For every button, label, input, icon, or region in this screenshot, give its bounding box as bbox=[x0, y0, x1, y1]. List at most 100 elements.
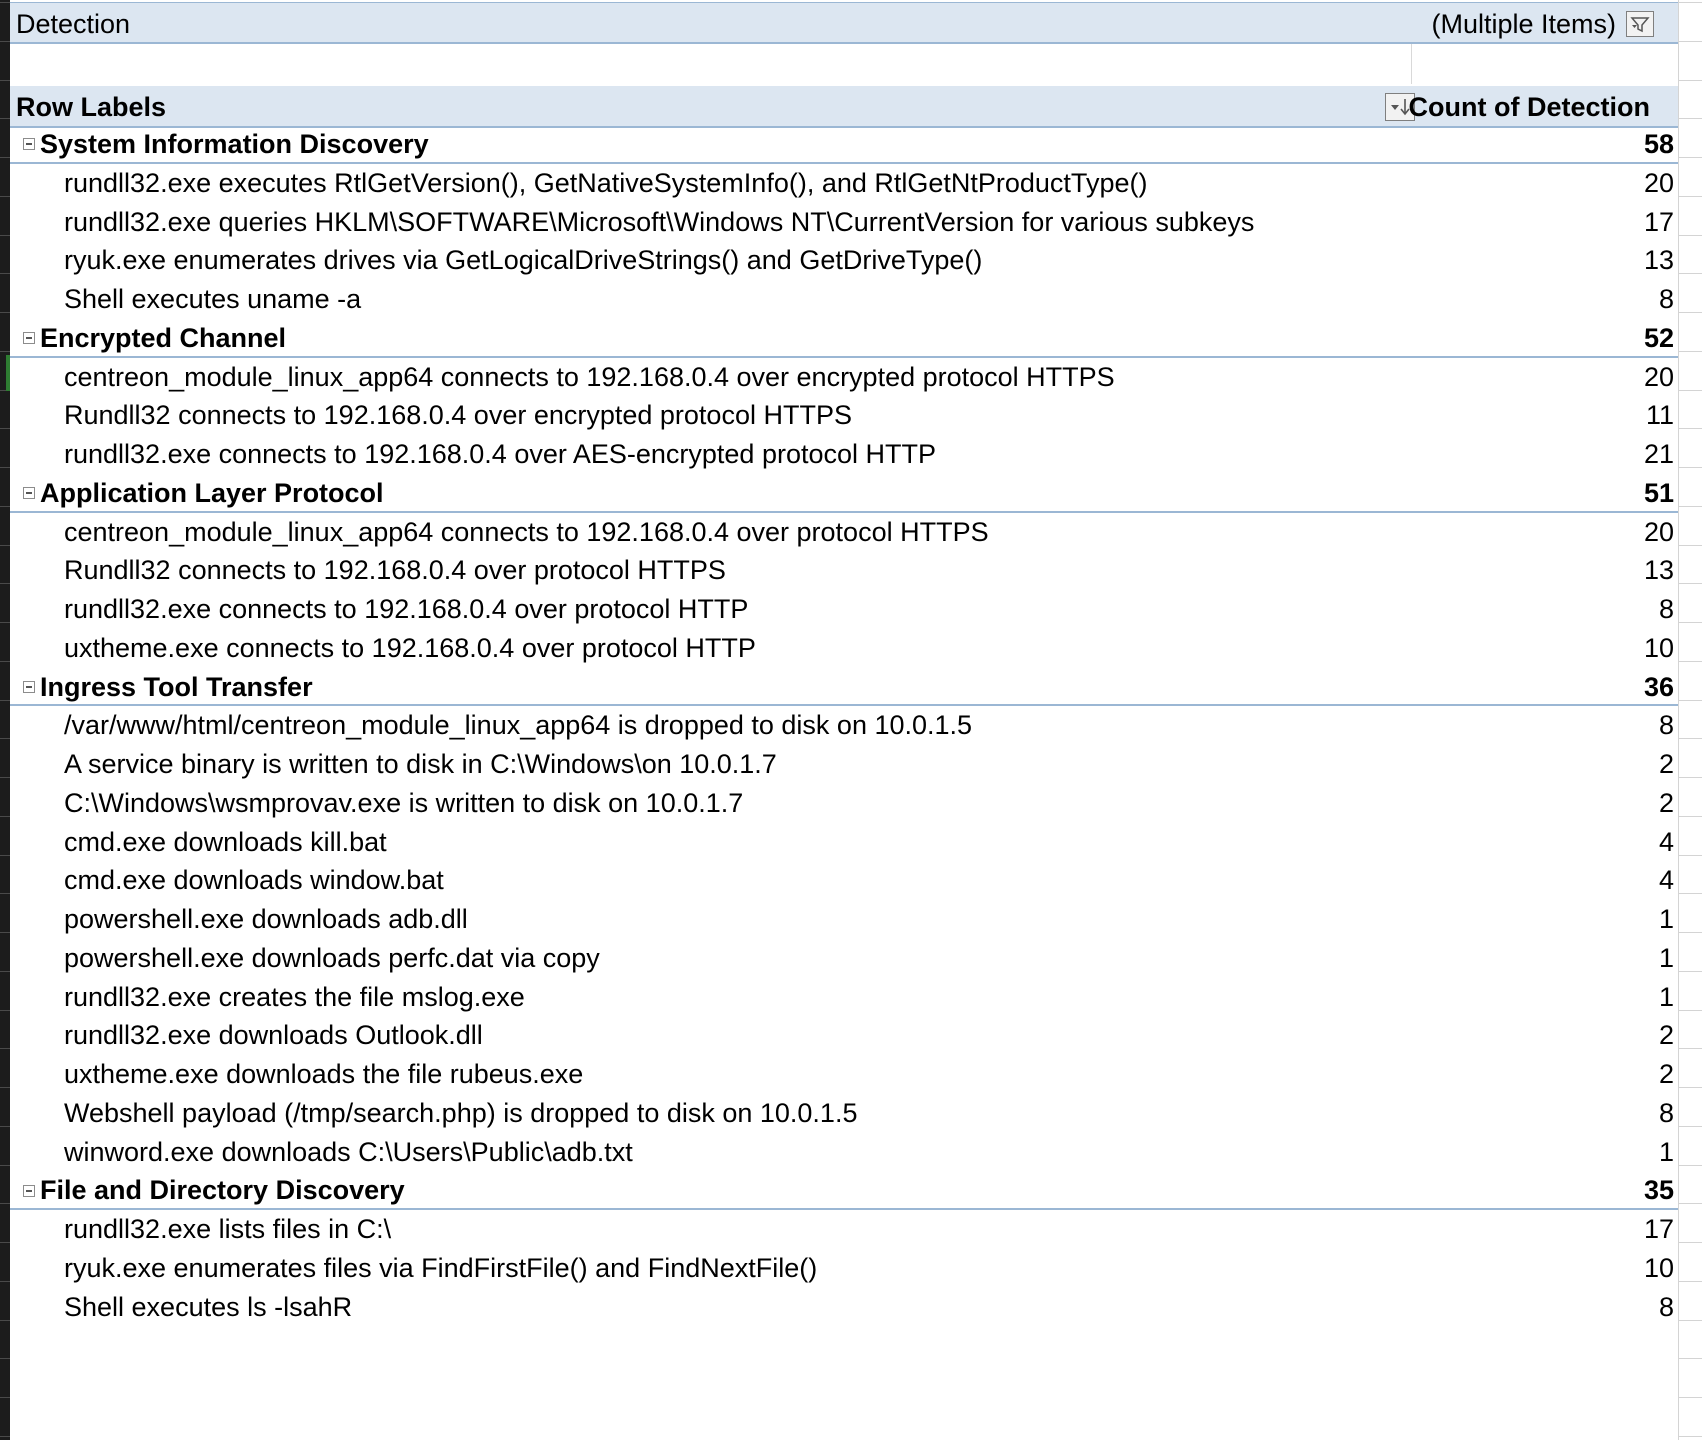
detection-count: 17 bbox=[1643, 1214, 1674, 1244]
detection-count: 8 bbox=[1658, 1291, 1674, 1322]
table-row[interactable]: rundll32.exe queries HKLM\SOFTWARE\Micro… bbox=[10, 203, 1678, 242]
table-row[interactable]: C:\Windows\wsmprovav.exe is written to d… bbox=[10, 784, 1678, 823]
row-labels-header[interactable]: Row Labels bbox=[16, 86, 166, 128]
row-notch bbox=[0, 1358, 10, 1359]
filter-value[interactable]: (Multiple Items) bbox=[1431, 3, 1616, 45]
table-row[interactable]: ryuk.exe enumerates files via FindFirstF… bbox=[10, 1249, 1678, 1288]
detection-count: 1 bbox=[1658, 942, 1674, 973]
row-notch bbox=[0, 118, 10, 119]
cell-gridline bbox=[1678, 583, 1702, 584]
cell-gridline bbox=[1678, 196, 1702, 197]
row-notch bbox=[0, 1242, 10, 1243]
detection-label: powershell.exe downloads adb.dll bbox=[64, 904, 468, 934]
table-row[interactable]: uxtheme.exe connects to 192.168.0.4 over… bbox=[10, 629, 1678, 668]
table-row[interactable]: cmd.exe downloads kill.bat 4 bbox=[10, 823, 1678, 862]
filter-dropdown-icon bbox=[1630, 17, 1650, 33]
detection-label: centreon_module_linux_app64 connects to … bbox=[64, 361, 1115, 392]
detection-count: 8 bbox=[1658, 1097, 1674, 1128]
group-row[interactable]: File and Directory Discovery 35 bbox=[10, 1171, 1678, 1210]
collapse-toggle-icon[interactable] bbox=[23, 680, 35, 693]
count-of-detection-header[interactable]: Count of Detection bbox=[1409, 86, 1650, 128]
row-notch bbox=[0, 1397, 10, 1398]
table-row[interactable]: rundll32.exe connects to 192.168.0.4 ove… bbox=[10, 435, 1678, 474]
table-row[interactable]: Shell executes ls -lsahR 8 bbox=[10, 1288, 1678, 1327]
detection-count: 1 bbox=[1658, 1136, 1674, 1167]
detection-count: 4 bbox=[1658, 826, 1674, 857]
row-notch bbox=[0, 1048, 10, 1049]
table-row[interactable]: Webshell payload (/tmp/search.php) is dr… bbox=[10, 1094, 1678, 1133]
adjacent-column[interactable] bbox=[1678, 0, 1702, 1440]
row-notch bbox=[0, 235, 10, 236]
detection-count: 1 bbox=[1658, 981, 1674, 1012]
table-row[interactable]: Rundll32 connects to 192.168.0.4 over pr… bbox=[10, 551, 1678, 590]
table-row[interactable]: Shell executes uname -a 8 bbox=[10, 280, 1678, 319]
row-notch bbox=[0, 41, 10, 42]
table-row[interactable]: A service binary is written to disk in C… bbox=[10, 745, 1678, 784]
table-row[interactable]: centreon_module_linux_app64 connects to … bbox=[10, 513, 1678, 552]
detection-count: 13 bbox=[1643, 555, 1674, 586]
cell-gridline bbox=[1678, 1203, 1702, 1204]
cell-gridline bbox=[1678, 467, 1702, 468]
row-notch bbox=[0, 777, 10, 778]
table-row[interactable]: powershell.exe downloads perfc.dat via c… bbox=[10, 939, 1678, 978]
table-row[interactable]: ryuk.exe enumerates drives via GetLogica… bbox=[10, 241, 1678, 280]
table-row[interactable]: rundll32.exe downloads Outlook.dll 2 bbox=[10, 1016, 1678, 1055]
table-row[interactable]: Rundll32 connects to 192.168.0.4 over en… bbox=[10, 396, 1678, 435]
group-total: 52 bbox=[1643, 322, 1674, 353]
row-notch bbox=[0, 932, 10, 933]
table-row[interactable]: rundll32.exe lists files in C:\ 17 bbox=[10, 1210, 1678, 1249]
column-separator bbox=[1411, 44, 1412, 84]
filter-dropdown-button[interactable] bbox=[1626, 11, 1654, 37]
table-row[interactable]: rundll32.exe executes RtlGetVersion(), G… bbox=[10, 164, 1678, 203]
table-row[interactable]: rundll32.exe creates the file mslog.exe 1 bbox=[10, 978, 1678, 1017]
detection-count: 4 bbox=[1658, 865, 1674, 896]
cell-gridline bbox=[1678, 1358, 1702, 1359]
cell-gridline bbox=[1678, 2, 1702, 3]
detection-count: 2 bbox=[1658, 749, 1674, 779]
row-notch bbox=[0, 971, 10, 972]
cell-gridline bbox=[1678, 777, 1702, 778]
group-label: File and Directory Discovery bbox=[40, 1175, 405, 1206]
row-notch bbox=[0, 506, 10, 507]
cell-gridline bbox=[1678, 1436, 1702, 1437]
collapse-toggle-icon[interactable] bbox=[23, 332, 35, 345]
row-notch bbox=[0, 622, 10, 623]
cell-gridline bbox=[1678, 235, 1702, 236]
table-row[interactable]: centreon_module_linux_app64 connects to … bbox=[10, 358, 1678, 397]
detection-label: Rundll32 connects to 192.168.0.4 over en… bbox=[64, 400, 852, 431]
table-row[interactable]: rundll32.exe connects to 192.168.0.4 ove… bbox=[10, 590, 1678, 629]
detection-label: rundll32.exe executes RtlGetVersion(), G… bbox=[64, 167, 1148, 198]
table-row[interactable]: cmd.exe downloads window.bat 4 bbox=[10, 861, 1678, 900]
cell-gridline bbox=[1678, 622, 1702, 623]
table-row[interactable]: uxtheme.exe downloads the file rubeus.ex… bbox=[10, 1055, 1678, 1094]
detection-count: 1 bbox=[1658, 904, 1674, 934]
row-notch bbox=[0, 157, 10, 158]
detection-count: 11 bbox=[1645, 400, 1674, 431]
detection-label: powershell.exe downloads perfc.dat via c… bbox=[64, 942, 600, 973]
detection-count: 20 bbox=[1643, 361, 1674, 392]
detection-count: 8 bbox=[1658, 594, 1674, 624]
group-row[interactable]: System Information Discovery 58 bbox=[10, 125, 1678, 164]
detection-label: C:\Windows\wsmprovav.exe is written to d… bbox=[64, 787, 744, 818]
group-row[interactable]: Application Layer Protocol 51 bbox=[10, 474, 1678, 513]
group-label: System Information Discovery bbox=[40, 129, 429, 159]
table-row[interactable]: /var/www/html/centreon_module_linux_app6… bbox=[10, 706, 1678, 745]
row-notch bbox=[0, 545, 10, 546]
table-row[interactable]: winword.exe downloads C:\Users\Public\ad… bbox=[10, 1133, 1678, 1172]
detection-label: winword.exe downloads C:\Users\Public\ad… bbox=[64, 1136, 633, 1167]
detection-label: rundll32.exe connects to 192.168.0.4 ove… bbox=[64, 594, 749, 624]
collapse-toggle-icon[interactable] bbox=[23, 487, 35, 500]
minus-icon bbox=[26, 1189, 32, 1192]
detection-count: 2 bbox=[1658, 1059, 1674, 1089]
blank-row[interactable] bbox=[10, 44, 1678, 86]
minus-icon bbox=[26, 685, 32, 688]
collapse-toggle-icon[interactable] bbox=[23, 138, 35, 151]
group-label: Application Layer Protocol bbox=[40, 477, 384, 508]
detection-label: cmd.exe downloads kill.bat bbox=[64, 826, 387, 857]
cell-gridline bbox=[1678, 738, 1702, 739]
group-row[interactable]: Encrypted Channel 52 bbox=[10, 319, 1678, 358]
table-row[interactable]: powershell.exe downloads adb.dll 1 bbox=[10, 900, 1678, 939]
row-notch bbox=[0, 1320, 10, 1321]
collapse-toggle-icon[interactable] bbox=[23, 1184, 35, 1197]
group-row[interactable]: Ingress Tool Transfer 36 bbox=[10, 668, 1678, 707]
